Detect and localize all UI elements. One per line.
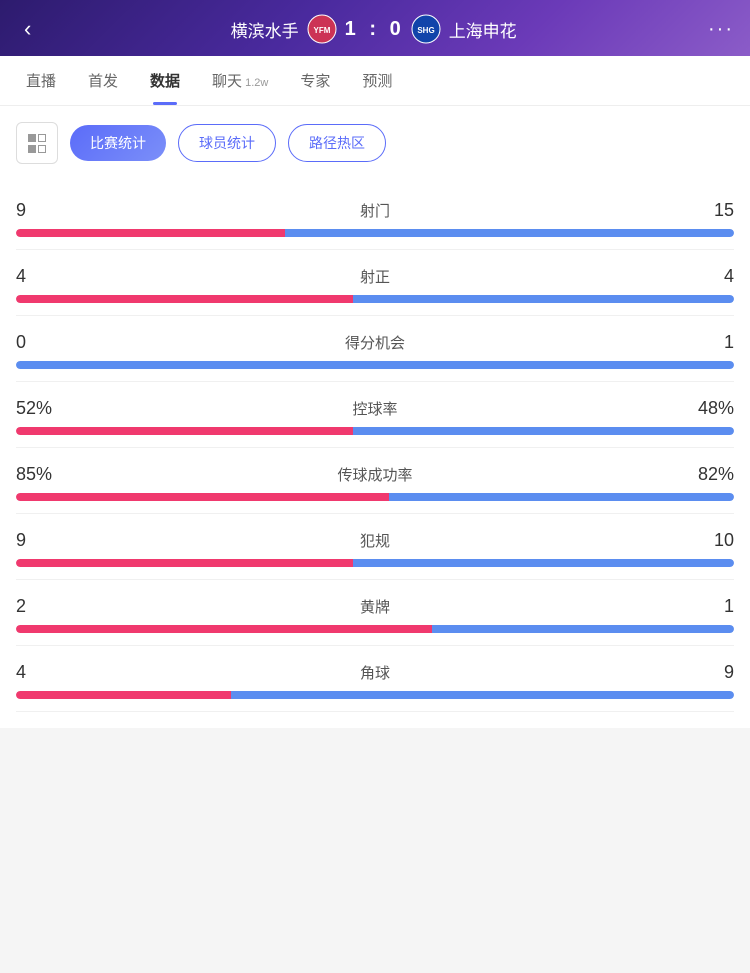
tab-switcher: 比赛统计 球员统计 路径热区 xyxy=(16,122,734,164)
stat-bar xyxy=(16,295,734,303)
match-header: ‹ 横滨水手 YFM 1 : 0 SHG 上海申花 ··· xyxy=(0,0,750,56)
btn-match-stats[interactable]: 比赛统计 xyxy=(70,125,166,161)
tab-data[interactable]: 数据 xyxy=(134,56,196,105)
stat-left-value: 2 xyxy=(16,596,76,617)
stat-left-value: 4 xyxy=(16,662,76,683)
content-area: 比赛统计 球员统计 路径热区 9 射门 15 4 射正 4 0 得分机会 1 52% 控球率 48% 8… xyxy=(0,106,750,728)
match-score: 1 : 0 xyxy=(345,18,403,41)
tab-predict[interactable]: 预测 xyxy=(346,56,408,105)
stat-bar xyxy=(16,493,734,501)
stat-row: 4 射正 4 xyxy=(16,250,734,316)
team-away-logo: SHG xyxy=(411,14,441,44)
back-button[interactable]: ‹ xyxy=(16,12,39,46)
stat-label: 犯规 xyxy=(360,530,390,551)
team-home-logo: YFM xyxy=(307,14,337,44)
stat-label: 传球成功率 xyxy=(337,464,412,485)
stat-left-value: 52% xyxy=(16,398,76,419)
team-away-name: 上海申花 xyxy=(449,17,517,42)
btn-heatmap[interactable]: 路径热区 xyxy=(288,124,386,162)
team-home-name: 横滨水手 xyxy=(231,17,299,42)
stat-right-value: 82% xyxy=(674,464,734,485)
more-button[interactable]: ··· xyxy=(708,18,734,41)
tab-chat[interactable]: 聊天 1.2w xyxy=(196,56,284,105)
stat-bar xyxy=(16,691,734,699)
stat-left-value: 4 xyxy=(16,266,76,287)
nav-tab-bar: 直播 首发 数据 聊天 1.2w 专家 预测 xyxy=(0,56,750,106)
stat-label: 角球 xyxy=(360,662,390,683)
stat-row: 9 射门 15 xyxy=(16,184,734,250)
stat-row: 4 角球 9 xyxy=(16,646,734,712)
stat-label: 黄牌 xyxy=(360,596,390,617)
stat-left-value: 9 xyxy=(16,530,76,551)
stat-right-value: 15 xyxy=(674,200,734,221)
stat-bar xyxy=(16,559,734,567)
svg-text:YFM: YFM xyxy=(313,26,330,35)
stat-right-value: 48% xyxy=(674,398,734,419)
stat-left-value: 0 xyxy=(16,332,76,353)
stat-left-value: 85% xyxy=(16,464,76,485)
stat-left-value: 9 xyxy=(16,200,76,221)
stat-right-value: 1 xyxy=(674,332,734,353)
layout-icon xyxy=(16,122,58,164)
stat-row: 9 犯规 10 xyxy=(16,514,734,580)
stat-right-value: 4 xyxy=(674,266,734,287)
stats-list: 9射门154射正40得分机会152%控球率48%85%传球成功率82%9犯规10… xyxy=(16,184,734,712)
stat-right-value: 9 xyxy=(674,662,734,683)
stat-row: 0 得分机会 1 xyxy=(16,316,734,382)
stat-bar xyxy=(16,229,734,237)
stat-label: 射正 xyxy=(360,266,390,287)
stat-row: 85% 传球成功率 82% xyxy=(16,448,734,514)
stat-right-value: 1 xyxy=(674,596,734,617)
tab-expert[interactable]: 专家 xyxy=(284,56,346,105)
tab-lineup[interactable]: 首发 xyxy=(72,56,134,105)
stat-bar xyxy=(16,361,734,369)
stat-label: 得分机会 xyxy=(345,332,405,353)
svg-text:SHG: SHG xyxy=(417,26,434,35)
tab-live[interactable]: 直播 xyxy=(10,56,72,105)
stat-label: 射门 xyxy=(360,200,390,221)
btn-player-stats[interactable]: 球员统计 xyxy=(178,124,276,162)
stat-row: 52% 控球率 48% xyxy=(16,382,734,448)
stat-bar xyxy=(16,625,734,633)
stat-label: 控球率 xyxy=(352,398,397,419)
stat-right-value: 10 xyxy=(674,530,734,551)
stat-row: 2 黄牌 1 xyxy=(16,580,734,646)
stat-bar xyxy=(16,427,734,435)
match-info: 横滨水手 YFM 1 : 0 SHG 上海申花 xyxy=(231,14,517,44)
